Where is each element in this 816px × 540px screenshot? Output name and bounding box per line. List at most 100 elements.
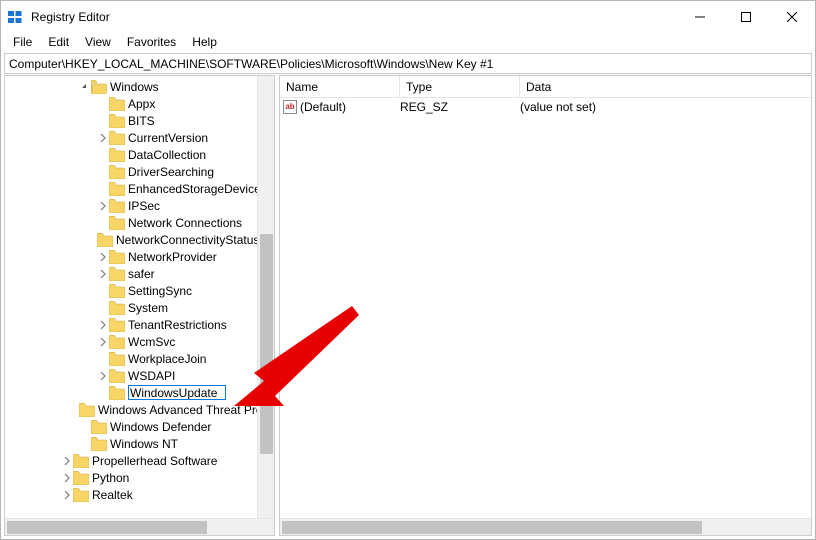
- values-header[interactable]: Name Type Data: [280, 76, 811, 98]
- folder-icon: [109, 369, 125, 383]
- column-name[interactable]: Name: [280, 76, 400, 97]
- tree-node-label: WorkplaceJoin: [128, 352, 206, 366]
- tree-node-label: Windows Defender: [110, 420, 211, 434]
- minimize-button[interactable]: [677, 1, 723, 32]
- tree-node-label: WSDAPI: [128, 369, 175, 383]
- values-pane: Name Type Data ab(Default) REG_SZ(value n…: [279, 75, 812, 536]
- expand-icon[interactable]: [97, 372, 109, 380]
- tree-node[interactable]: NetworkProvider: [5, 248, 274, 265]
- menu-edit[interactable]: Edit: [40, 34, 77, 50]
- tree-node-label: Propellerhead Software: [92, 454, 217, 468]
- tree-node[interactable]: SettingSync: [5, 282, 274, 299]
- close-button[interactable]: [769, 1, 815, 32]
- values-horizontal-scrollbar[interactable]: [280, 518, 811, 535]
- tree-node-label: SettingSync: [128, 284, 192, 298]
- folder-icon: [109, 97, 125, 111]
- folder-icon: [97, 233, 113, 247]
- expand-icon[interactable]: [61, 457, 73, 465]
- value-data: (value not set): [520, 100, 811, 114]
- folder-icon: [109, 267, 125, 281]
- folder-icon: [109, 114, 125, 128]
- tree-node[interactable]: WSDAPI: [5, 367, 274, 384]
- tree-node[interactable]: Windows: [5, 78, 274, 95]
- maximize-button[interactable]: [723, 1, 769, 32]
- folder-icon: [91, 80, 107, 94]
- folder-icon: [91, 437, 107, 451]
- tree-node[interactable]: Network Connections: [5, 214, 274, 231]
- tree-node-rename-input[interactable]: [128, 385, 226, 400]
- tree-node[interactable]: TenantRestrictions: [5, 316, 274, 333]
- expand-icon[interactable]: [61, 474, 73, 482]
- tree-node-label: Windows Advanced Threat Protection: [98, 403, 274, 417]
- value-name: (Default): [300, 100, 346, 114]
- folder-icon: [109, 199, 125, 213]
- tree-node[interactable]: WcmSvc: [5, 333, 274, 350]
- tree-node-label: EnhancedStorageDevices: [128, 182, 267, 196]
- tree-node[interactable]: Python: [5, 469, 274, 486]
- collapse-icon[interactable]: [79, 83, 91, 91]
- tree-node-label: WcmSvc: [128, 335, 175, 349]
- tree-node[interactable]: Windows Advanced Threat Protection: [5, 401, 274, 418]
- tree-node[interactable]: DriverSearching: [5, 163, 274, 180]
- folder-icon: [109, 386, 125, 400]
- tree-node[interactable]: safer: [5, 265, 274, 282]
- tree-node[interactable]: [5, 384, 274, 401]
- tree-node[interactable]: EnhancedStorageDevices: [5, 180, 274, 197]
- expand-icon[interactable]: [61, 491, 73, 499]
- folder-icon: [109, 182, 125, 196]
- expand-icon[interactable]: [97, 270, 109, 278]
- tree-node[interactable]: NetworkConnectivityStatusIndicator: [5, 231, 274, 248]
- tree-node[interactable]: Windows NT: [5, 435, 274, 452]
- folder-icon: [109, 148, 125, 162]
- tree-node-label: NetworkProvider: [128, 250, 217, 264]
- tree-node[interactable]: Propellerhead Software: [5, 452, 274, 469]
- tree-node-label: Python: [92, 471, 129, 485]
- window-title: Registry Editor: [31, 10, 110, 24]
- tree-node[interactable]: IPSec: [5, 197, 274, 214]
- folder-icon: [109, 318, 125, 332]
- values-list[interactable]: ab(Default) REG_SZ(value not set): [280, 98, 811, 518]
- tree-vertical-scrollbar[interactable]: [257, 76, 274, 518]
- tree-node[interactable]: DataCollection: [5, 146, 274, 163]
- tree-node-label: Network Connections: [128, 216, 242, 230]
- value-row[interactable]: ab(Default) REG_SZ(value not set): [280, 98, 811, 116]
- expand-icon[interactable]: [97, 253, 109, 261]
- folder-icon: [109, 301, 125, 315]
- tree-node-label: BITS: [128, 114, 155, 128]
- menu-favorites[interactable]: Favorites: [119, 34, 184, 50]
- tree-horizontal-scrollbar[interactable]: [5, 518, 274, 535]
- expand-icon[interactable]: [97, 202, 109, 210]
- tree-node-label: Windows NT: [110, 437, 178, 451]
- tree-view[interactable]: Windows Appx BITSCurrentVersionDataCollect…: [5, 76, 274, 518]
- tree-node-label: safer: [128, 267, 155, 281]
- folder-icon: [109, 284, 125, 298]
- tree-pane: Windows Appx BITSCurrentVersionDataCollect…: [4, 75, 275, 536]
- tree-node[interactable]: Realtek: [5, 486, 274, 503]
- folder-icon: [109, 165, 125, 179]
- tree-node-label: TenantRestrictions: [128, 318, 227, 332]
- tree-node-label: NetworkConnectivityStatusIndicator: [116, 233, 274, 247]
- address-path: Computer\HKEY_LOCAL_MACHINE\SOFTWARE\Pol…: [9, 57, 493, 71]
- menu-file[interactable]: File: [5, 34, 40, 50]
- column-data[interactable]: Data: [520, 76, 811, 97]
- tree-node[interactable]: CurrentVersion: [5, 129, 274, 146]
- value-type: REG_SZ: [400, 100, 520, 114]
- folder-icon: [109, 216, 125, 230]
- reg-string-icon: ab: [283, 100, 297, 114]
- tree-node[interactable]: System: [5, 299, 274, 316]
- folder-icon: [109, 335, 125, 349]
- address-bar[interactable]: Computer\HKEY_LOCAL_MACHINE\SOFTWARE\Pol…: [4, 53, 812, 74]
- menu-view[interactable]: View: [77, 34, 119, 50]
- expand-icon[interactable]: [97, 134, 109, 142]
- expand-icon[interactable]: [97, 338, 109, 346]
- tree-node-label: Appx: [128, 97, 155, 111]
- tree-node[interactable]: Windows Defender: [5, 418, 274, 435]
- menu-help[interactable]: Help: [184, 34, 225, 50]
- tree-node[interactable]: BITS: [5, 112, 274, 129]
- folder-icon: [109, 250, 125, 264]
- folder-icon: [73, 454, 89, 468]
- expand-icon[interactable]: [97, 321, 109, 329]
- tree-node[interactable]: Appx: [5, 95, 274, 112]
- tree-node[interactable]: WorkplaceJoin: [5, 350, 274, 367]
- column-type[interactable]: Type: [400, 76, 520, 97]
